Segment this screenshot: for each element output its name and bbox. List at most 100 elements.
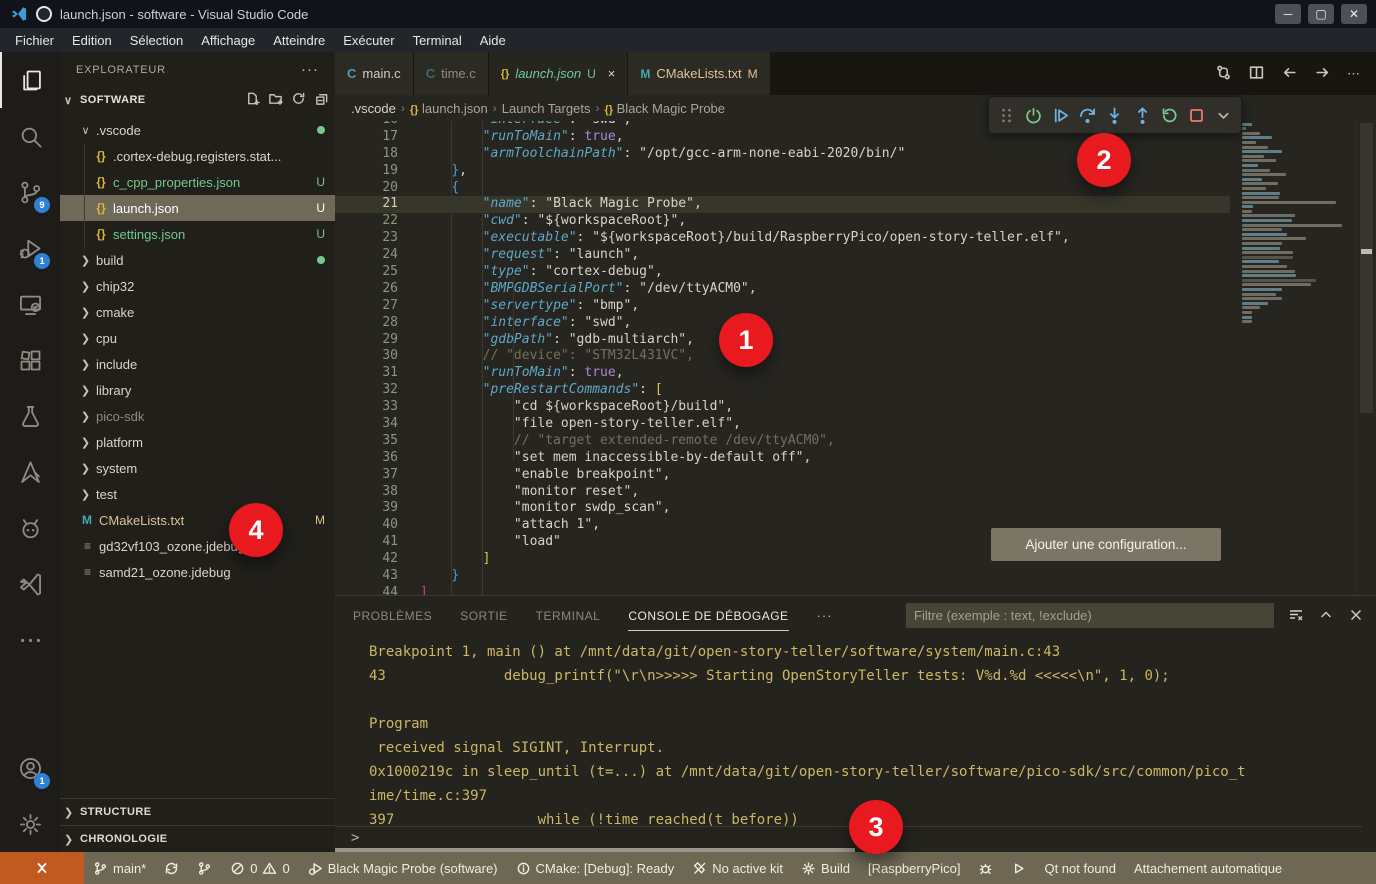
status-git-secondary[interactable] bbox=[188, 852, 221, 884]
debug-drag-grip-button[interactable] bbox=[995, 101, 1018, 129]
status-build[interactable]: Build bbox=[792, 852, 859, 884]
menu-s-lection[interactable]: Sélection bbox=[121, 28, 192, 52]
tree-item-build[interactable]: ❯build bbox=[60, 247, 335, 273]
close-tab-icon[interactable]: × bbox=[608, 66, 616, 81]
panel-tab-console-de-d-bogage[interactable]: CONSOLE DE DÉBOGAGE bbox=[628, 600, 788, 631]
breadcrumb-item-launch-targets[interactable]: Launch Targets bbox=[502, 101, 591, 116]
activity-remote-explorer-icon[interactable] bbox=[0, 276, 60, 332]
tab-launch-json[interactable]: {}launch.jsonU× bbox=[489, 52, 629, 95]
menu-atteindre[interactable]: Atteindre bbox=[264, 28, 334, 52]
status-kit[interactable]: No active kit bbox=[683, 852, 792, 884]
tree-item-vscode[interactable]: ∨.vscode bbox=[60, 117, 335, 143]
panel-more-icon[interactable]: ··· bbox=[817, 608, 833, 623]
close-button[interactable]: ✕ bbox=[1341, 4, 1367, 24]
menu-aide[interactable]: Aide bbox=[471, 28, 515, 52]
more-actions-icon[interactable]: ⋯ bbox=[1347, 66, 1362, 82]
filter-icon[interactable] bbox=[1288, 607, 1304, 623]
tree-item-platform[interactable]: ❯platform bbox=[60, 429, 335, 455]
panel-tab-sortie[interactable]: SORTIE bbox=[460, 600, 507, 631]
status-sync[interactable] bbox=[155, 852, 188, 884]
debug-restart-button[interactable] bbox=[1158, 101, 1181, 129]
activity-explorer-icon[interactable] bbox=[0, 52, 60, 108]
code-editor[interactable]: 16 "interface": "swd",17 "runToMain": tr… bbox=[335, 121, 1356, 595]
tree-item-cortex-debug-registers-stat[interactable]: {}.cortex-debug.registers.stat... bbox=[60, 143, 335, 169]
activity-account-icon[interactable]: 1 bbox=[0, 740, 60, 796]
activity-testing-icon[interactable] bbox=[0, 388, 60, 444]
tree-item-include[interactable]: ❯include bbox=[60, 351, 335, 377]
breadcrumb-item-vscode[interactable]: .vscode bbox=[351, 101, 396, 116]
activity-extensions-icon[interactable] bbox=[0, 332, 60, 388]
activity-more-views-icon[interactable] bbox=[0, 612, 60, 668]
tree-item-cmakelists-txt[interactable]: MCMakeLists.txtM bbox=[60, 507, 335, 533]
debug-step-over-button[interactable] bbox=[1076, 101, 1099, 129]
workspace-section-header[interactable]: ∨ SOFTWARE bbox=[60, 87, 335, 113]
debug-step-out-button[interactable] bbox=[1131, 101, 1154, 129]
add-configuration-button[interactable]: Ajouter une configuration... bbox=[991, 528, 1221, 561]
breadcrumb-item-launch-json[interactable]: {} launch.json bbox=[410, 101, 488, 116]
debug-continue-button[interactable] bbox=[1049, 101, 1072, 129]
tree-item-c-cpp-properties-json[interactable]: {}c_cpp_properties.jsonU bbox=[60, 169, 335, 195]
menu-affichage[interactable]: Affichage bbox=[192, 28, 264, 52]
tree-item-chip32[interactable]: ❯chip32 bbox=[60, 273, 335, 299]
collapse-all-icon[interactable] bbox=[314, 91, 329, 109]
tree-item-library[interactable]: ❯library bbox=[60, 377, 335, 403]
debug-stop-button[interactable] bbox=[1185, 101, 1208, 129]
console-filter-input[interactable] bbox=[906, 603, 1274, 628]
tree-item-settings-json[interactable]: {}settings.jsonU bbox=[60, 221, 335, 247]
tab-cmakelists-txt[interactable]: MCMakeLists.txtM bbox=[628, 52, 770, 95]
status-run-icon-item[interactable] bbox=[1002, 852, 1035, 884]
activity-visual-studio-icon[interactable] bbox=[0, 556, 60, 612]
tree-item-cmake[interactable]: ❯cmake bbox=[60, 299, 335, 325]
tree-item-gd32vf103-ozone-jdebug[interactable]: ≡gd32vf103_ozone.jdebug bbox=[60, 533, 335, 559]
status-cmake-status[interactable]: CMake: [Debug]: Ready bbox=[507, 852, 684, 884]
debug-more-button[interactable] bbox=[1212, 101, 1235, 129]
debug-power-button[interactable] bbox=[1022, 101, 1045, 129]
menu-edition[interactable]: Edition bbox=[63, 28, 121, 52]
sidebar-more-icon[interactable]: ··· bbox=[301, 61, 319, 78]
activity-settings-icon[interactable] bbox=[0, 796, 60, 852]
new-file-icon[interactable] bbox=[245, 91, 260, 109]
section-structure[interactable]: ❯STRUCTURE bbox=[60, 798, 335, 825]
status-auto-attach[interactable]: Attachement automatique bbox=[1125, 852, 1291, 884]
status-launch-target[interactable]: [RaspberryPico] bbox=[859, 852, 969, 884]
panel-tab-terminal[interactable]: TERMINAL bbox=[536, 600, 601, 631]
chevron-up-icon[interactable] bbox=[1318, 607, 1334, 623]
activity-search-icon[interactable] bbox=[0, 108, 60, 164]
maximize-button[interactable]: ▢ bbox=[1308, 4, 1334, 24]
debug-step-into-button[interactable] bbox=[1103, 101, 1126, 129]
status-git-branch[interactable]: main* bbox=[84, 852, 155, 884]
tree-item-system[interactable]: ❯system bbox=[60, 455, 335, 481]
activity-source-control-icon[interactable]: 9 bbox=[0, 164, 60, 220]
minimize-button[interactable]: ─ bbox=[1275, 4, 1301, 24]
status-debug-icon-item[interactable] bbox=[969, 852, 1002, 884]
tab-time-c[interactable]: Ctime.c bbox=[414, 52, 489, 95]
status-debug-target[interactable]: Black Magic Probe (software) bbox=[299, 852, 507, 884]
go-forward-icon[interactable] bbox=[1314, 64, 1331, 84]
tree-item-pico-sdk[interactable]: ❯pico-sdk bbox=[60, 403, 335, 429]
minimap[interactable] bbox=[1230, 121, 1356, 595]
panel-tab-probl-mes[interactable]: PROBLÈMES bbox=[353, 600, 432, 631]
tree-item-samd21-ozone-jdebug[interactable]: ≡samd21_ozone.jdebug bbox=[60, 559, 335, 585]
tree-item-launch-json[interactable]: {}launch.jsonU bbox=[60, 195, 335, 221]
tab-main-c[interactable]: Cmain.c bbox=[335, 52, 414, 95]
status-problems[interactable]: 00 bbox=[221, 852, 298, 884]
split-editor-icon[interactable] bbox=[1248, 64, 1265, 84]
menu-fichier[interactable]: Fichier bbox=[6, 28, 63, 52]
menu-ex-cuter[interactable]: Exécuter bbox=[334, 28, 403, 52]
activity-cmake-tools-icon[interactable] bbox=[0, 444, 60, 500]
go-back-icon[interactable] bbox=[1281, 64, 1298, 84]
menu-terminal[interactable]: Terminal bbox=[404, 28, 471, 52]
close-panel-icon[interactable] bbox=[1348, 607, 1364, 623]
refresh-icon[interactable] bbox=[291, 91, 306, 109]
tree-item-test[interactable]: ❯test bbox=[60, 481, 335, 507]
tree-item-cpu[interactable]: ❯cpu bbox=[60, 325, 335, 351]
status-qt[interactable]: Qt not found bbox=[1035, 852, 1125, 884]
status-remote-indicator[interactable] bbox=[0, 852, 84, 884]
activity-run-and-debug-icon[interactable]: 1 bbox=[0, 220, 60, 276]
new-folder-icon[interactable] bbox=[268, 91, 283, 109]
activity-debug-probe-icon[interactable] bbox=[0, 500, 60, 556]
open-changes-icon[interactable] bbox=[1215, 64, 1232, 84]
section-chronologie[interactable]: ❯CHRONOLOGIE bbox=[60, 825, 335, 852]
editor-scrollbar[interactable] bbox=[1356, 121, 1376, 595]
breadcrumb-item-black-magic-probe[interactable]: {} Black Magic Probe bbox=[604, 101, 725, 116]
